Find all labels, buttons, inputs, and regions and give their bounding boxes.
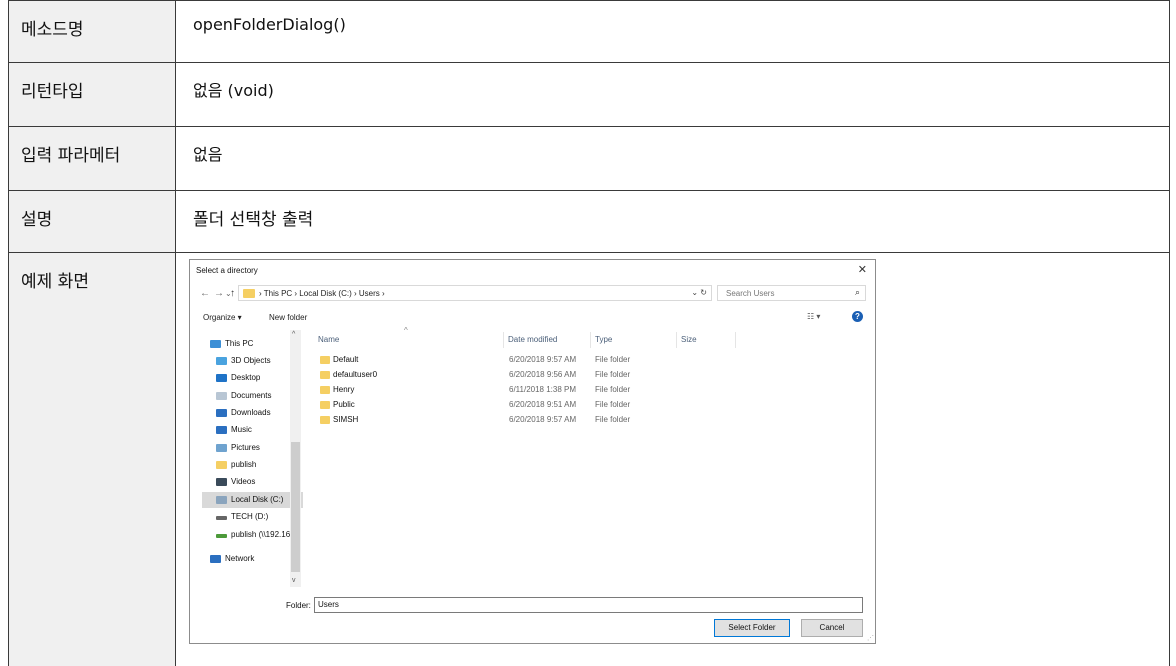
file-type: File folder: [595, 400, 631, 409]
address-bar[interactable]: › This PC › Local Disk (C:) › Users › ⌄ …: [238, 285, 712, 301]
row-description: 설명 폴더 선택창 출력: [9, 191, 1169, 253]
column-header-name[interactable]: Name: [318, 335, 339, 344]
desktop-icon: [216, 374, 227, 382]
disk-icon: [216, 496, 227, 504]
up-arrow-icon[interactable]: ↑: [230, 288, 235, 299]
music-icon: [216, 426, 227, 434]
row-label: 설명: [9, 191, 176, 252]
row-value: openFolderDialog(): [193, 15, 346, 34]
folder-icon: [320, 371, 330, 379]
nav-pane-scrollbar[interactable]: ^ v: [290, 330, 301, 587]
new-folder-button[interactable]: New folder: [269, 313, 307, 322]
file-name: Default: [333, 355, 359, 364]
file-type: File folder: [595, 355, 631, 364]
table-row[interactable]: SIMSH 6/20/2018 9:57 AM File folder: [320, 413, 650, 428]
row-label: 예제 화면: [9, 253, 176, 666]
picture-icon: [216, 444, 227, 452]
download-icon: [216, 409, 227, 417]
help-icon[interactable]: ?: [852, 311, 863, 322]
row-value: 없음 (void): [193, 81, 274, 100]
row-value: 없음: [193, 145, 223, 164]
view-options-icon[interactable]: ☷ ▾: [807, 312, 820, 321]
row-label: 리턴타입: [9, 63, 176, 126]
file-name: SIMSH: [333, 415, 359, 424]
folder-icon: [320, 386, 330, 394]
folder-icon: [320, 401, 330, 409]
search-placeholder: Search Users: [726, 289, 775, 298]
select-folder-button[interactable]: Select Folder: [714, 619, 790, 637]
column-header-date[interactable]: Date modified: [508, 335, 557, 344]
table-row[interactable]: Henry 6/11/2018 1:38 PM File folder: [320, 383, 650, 398]
column-divider: [676, 332, 677, 348]
drive-icon: [216, 516, 227, 520]
file-date: 6/11/2018 1:38 PM: [509, 385, 577, 394]
navigation-pane: This PC 3D Objects Desktop Documents Dow…: [202, 330, 303, 588]
file-type: File folder: [595, 415, 631, 424]
resize-grip-icon[interactable]: ⋰: [867, 634, 874, 642]
network-icon: [210, 555, 221, 563]
folder-icon: [320, 356, 330, 364]
file-date: 6/20/2018 9:56 AM: [509, 370, 577, 379]
row-method-name: 메소드명 openFolderDialog(): [9, 1, 1169, 63]
row-value: 폴더 선택창 출력: [193, 210, 314, 230]
folder-select-dialog: Select a directory ✕ ← → ⌄ ↑ › This PC ›…: [189, 259, 876, 644]
back-arrow-icon[interactable]: ←: [200, 288, 210, 299]
folder-icon: [243, 289, 255, 298]
column-divider: [503, 332, 504, 348]
organize-button[interactable]: Organize ▾: [203, 313, 242, 322]
folder-icon: [216, 461, 227, 469]
table-row[interactable]: Default 6/20/2018 9:57 AM File folder: [320, 353, 650, 368]
forward-arrow-icon[interactable]: →: [214, 288, 224, 299]
document-icon: [216, 392, 227, 400]
search-input[interactable]: Search Users ⌕: [717, 285, 866, 301]
cube-icon: [216, 357, 227, 365]
sort-caret-icon: ^: [404, 326, 408, 335]
table-row[interactable]: defaultuser0 6/20/2018 9:56 AM File fold…: [320, 368, 650, 383]
column-divider: [735, 332, 736, 348]
column-divider: [590, 332, 591, 348]
file-name: defaultuser0: [333, 370, 378, 379]
file-date: 6/20/2018 9:51 AM: [509, 400, 577, 409]
scroll-down-icon[interactable]: v: [292, 577, 296, 584]
network-drive-icon: [216, 534, 227, 538]
dialog-title: Select a directory: [196, 266, 258, 275]
file-date: 6/20/2018 9:57 AM: [509, 415, 577, 424]
row-label: 메소드명: [9, 1, 176, 62]
file-date: 6/20/2018 9:57 AM: [509, 355, 577, 364]
scrollbar-thumb[interactable]: [291, 442, 300, 572]
folder-icon: [320, 416, 330, 424]
video-icon: [216, 478, 227, 486]
close-icon[interactable]: ✕: [858, 263, 867, 276]
breadcrumb[interactable]: › This PC › Local Disk (C:) › Users ›: [259, 289, 385, 298]
cancel-button[interactable]: Cancel: [801, 619, 863, 637]
table-row[interactable]: Public 6/20/2018 9:51 AM File folder: [320, 398, 650, 413]
nav-item-local-disk[interactable]: Local Disk (C:): [202, 492, 303, 508]
file-type: File folder: [595, 385, 631, 394]
file-name: Public: [333, 400, 355, 409]
search-icon[interactable]: ⌕: [855, 287, 860, 298]
row-return-type: 리턴타입 없음 (void): [9, 63, 1169, 127]
refresh-icon[interactable]: ⌄ ↻: [691, 288, 707, 297]
folder-label: Folder:: [286, 601, 311, 610]
scroll-up-icon[interactable]: ^: [292, 331, 295, 338]
folder-input[interactable]: Users: [314, 597, 863, 613]
computer-icon: [210, 340, 221, 348]
row-label: 입력 파라메터: [9, 127, 176, 190]
file-type: File folder: [595, 370, 631, 379]
row-input-params: 입력 파라메터 없음: [9, 127, 1169, 191]
column-header-type[interactable]: Type: [595, 335, 612, 344]
column-header-size[interactable]: Size: [681, 335, 697, 344]
file-name: Henry: [333, 385, 355, 394]
